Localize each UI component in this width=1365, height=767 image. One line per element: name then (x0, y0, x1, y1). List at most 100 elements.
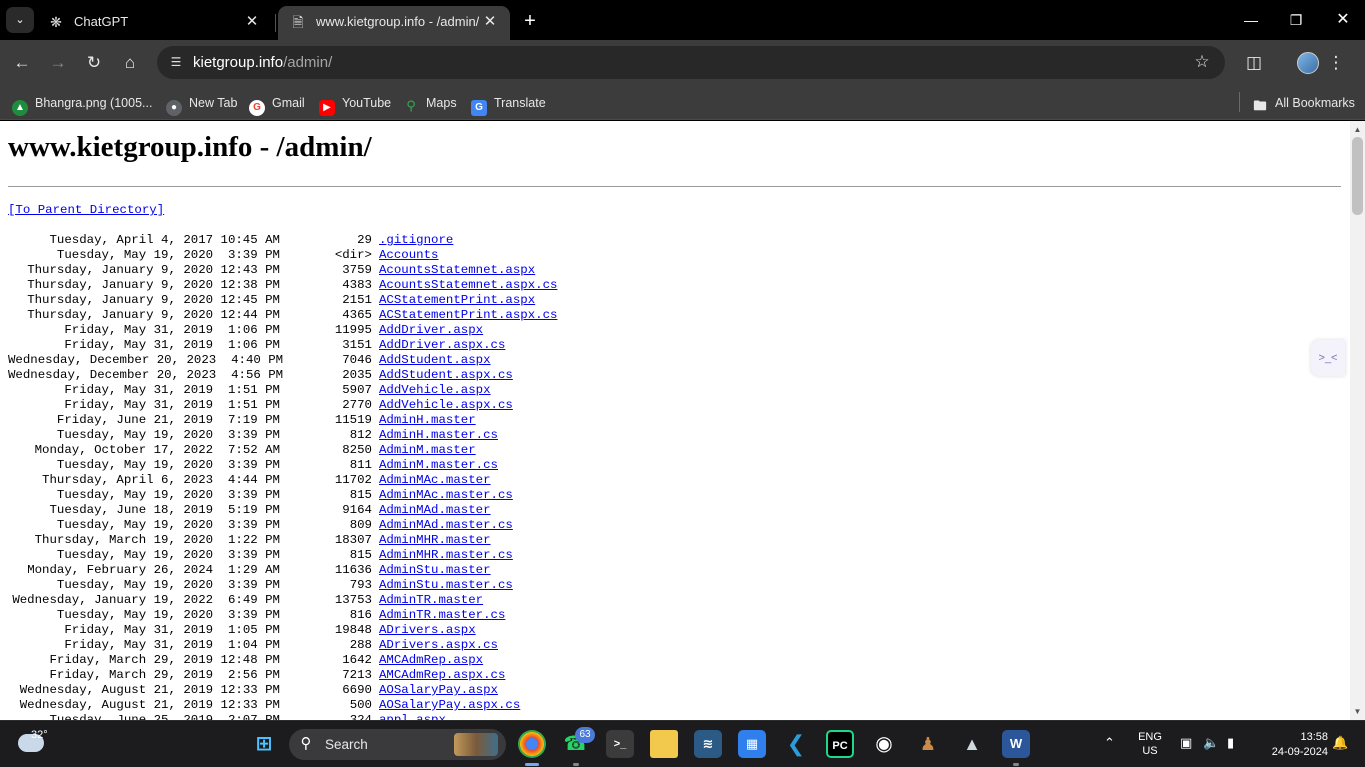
windows-start-icon[interactable]: ⊞ (250, 730, 278, 758)
notification-bell-icon[interactable]: 🔔 (1332, 735, 1348, 751)
all-bookmarks[interactable]: 🖿 All Bookmarks (1252, 92, 1354, 114)
file-link[interactable]: .gitignore (379, 233, 453, 247)
file-date: Friday, May 31, 2019 1:05 PM (64, 623, 280, 637)
pycharm-icon[interactable]: PC (826, 730, 854, 758)
bookmark-bhangra[interactable]: ▲ Bhangra.png (1005... (12, 92, 152, 116)
file-explorer-icon[interactable] (650, 730, 678, 758)
file-link[interactable]: AOSalaryPay.aspx.cs (379, 698, 520, 712)
table-row: Friday, May 31, 2019 1:51 PM 2770 AddVehic… (8, 398, 557, 413)
file-date: Friday, March 29, 2019 2:56 PM (49, 668, 280, 682)
github-icon[interactable]: ◉ (870, 730, 898, 758)
cube-icon[interactable]: ▲ (958, 730, 986, 758)
file-size: 815 (349, 488, 372, 502)
window-close-icon[interactable]: ✕ (1331, 8, 1355, 32)
file-link[interactable]: AdminMAd.master (379, 503, 491, 517)
file-link[interactable]: AdminMHR.master.cs (379, 548, 513, 562)
reload-icon[interactable]: ↻ (81, 50, 107, 76)
home-icon[interactable]: ⌂ (117, 50, 143, 76)
scrollbar[interactable]: ▲ ▼ (1350, 121, 1365, 720)
taskbar-search[interactable]: ⚲ Search (289, 729, 506, 760)
scroll-thumb[interactable] (1352, 137, 1363, 215)
close-icon[interactable]: ✕ (242, 12, 262, 32)
tab-search-button[interactable]: ⌄ (6, 7, 34, 33)
file-link[interactable]: AdminMAd.master.cs (379, 518, 513, 532)
file-link[interactable]: AcountsStatemnet.aspx (379, 263, 535, 277)
bookmark-star-icon[interactable]: ☆ (1191, 51, 1213, 73)
file-size: 812 (349, 428, 372, 442)
bookmark-youtube[interactable]: ▶ YouTube (319, 92, 391, 116)
file-link[interactable]: AMCAdmRep.aspx.cs (379, 668, 505, 682)
site-info-icon[interactable]: ☰ (165, 51, 187, 73)
search-highlight-image (454, 733, 498, 756)
scroll-up-arrow-icon[interactable]: ▲ (1353, 125, 1362, 134)
vscode-icon[interactable]: ❮ (782, 730, 810, 758)
file-size: 6690 (342, 683, 372, 697)
back-icon[interactable]: ← (9, 50, 35, 76)
bookmark-new-tab[interactable]: ● New Tab (166, 92, 237, 116)
active-app-indicator (525, 763, 539, 766)
file-link[interactable]: ADrivers.aspx (379, 623, 476, 637)
file-link[interactable]: AdminStu.master (379, 563, 491, 577)
file-link[interactable]: Accounts (379, 248, 439, 262)
battery-icon[interactable]: ▮ (1227, 735, 1234, 751)
file-link[interactable]: AddStudent.aspx (379, 353, 491, 367)
file-link[interactable]: AddDriver.aspx (379, 323, 483, 337)
system-clock[interactable]: 13:58 24-09-2024 (1256, 730, 1328, 760)
side-panel-widget-icon[interactable]: >_< (1311, 340, 1345, 376)
file-link[interactable]: AdminStu.master.cs (379, 578, 513, 592)
file-link[interactable]: AddDriver.aspx.cs (379, 338, 505, 352)
file-link[interactable]: AddStudent.aspx.cs (379, 368, 513, 382)
bookmark-gmail[interactable]: G Gmail (249, 92, 305, 116)
url-text[interactable]: kietgroup.info/admin/ (193, 54, 332, 71)
extensions-icon[interactable]: ◫ (1241, 50, 1267, 76)
mysql-workbench-icon[interactable]: ≋ (694, 730, 722, 758)
avatar[interactable] (1297, 52, 1319, 74)
menu-kebab-icon[interactable]: ⋮ (1323, 50, 1349, 76)
forward-icon[interactable]: → (45, 50, 71, 76)
file-link[interactable]: AdminM.master.cs (379, 458, 498, 472)
scroll-down-arrow-icon[interactable]: ▼ (1353, 707, 1362, 716)
file-link[interactable]: AddVehicle.aspx.cs (379, 398, 513, 412)
microsoft-store-icon[interactable]: ▦ (738, 730, 766, 758)
restore-icon[interactable]: ❐ (1284, 8, 1308, 32)
minimize-icon[interactable]: — (1239, 8, 1263, 32)
table-row: Monday, October 17, 2022 7:52 AM 8250 Admi… (8, 443, 557, 458)
file-link[interactable]: AOSalaryPay.aspx (379, 683, 498, 697)
network-icon[interactable]: ▣ (1180, 735, 1192, 751)
volume-icon[interactable]: 🔈 (1203, 735, 1219, 751)
file-link[interactable]: appl.aspx (379, 713, 446, 720)
file-link[interactable]: AdminMAc.master.cs (379, 488, 513, 502)
language-indicator[interactable]: ENG US (1136, 730, 1164, 758)
file-link[interactable]: AdminMAc.master (379, 473, 491, 487)
chrome-icon[interactable] (518, 730, 546, 758)
file-size: 9164 (342, 503, 372, 517)
address-bar[interactable]: ☰ kietgroup.info/admin/ ☆ (157, 46, 1225, 79)
new-tab-button[interactable]: + (517, 9, 543, 33)
file-link[interactable]: ACStatementPrint.aspx (379, 293, 535, 307)
file-link[interactable]: AdminMHR.master (379, 533, 491, 547)
tab-admin-listing[interactable]: 🗎 www.kietgroup.info - /admin/ ✕ (278, 6, 510, 40)
file-link[interactable]: AdminTR.master (379, 593, 483, 607)
tab-chatgpt[interactable]: ❋ ChatGPT ✕ (36, 6, 272, 40)
app-dog-icon[interactable]: ♟ (914, 730, 942, 758)
file-link[interactable]: AdminH.master.cs (379, 428, 498, 442)
close-icon[interactable]: ✕ (480, 12, 500, 32)
bookmark-translate[interactable]: G Translate (471, 92, 546, 116)
table-row: Thursday, March 19, 2020 1:22 PM 18307 Adm… (8, 533, 557, 548)
file-link[interactable]: ADrivers.aspx.cs (379, 638, 498, 652)
bookmark-maps[interactable]: ⚲ Maps (403, 92, 457, 114)
word-icon[interactable]: W (1002, 730, 1030, 758)
file-date: Thursday, January 9, 2020 12:44 PM (27, 308, 280, 322)
file-link[interactable]: ACStatementPrint.aspx.cs (379, 308, 557, 322)
parent-directory-link[interactable]: [To Parent Directory] (8, 203, 164, 217)
terminal-icon[interactable]: >_ (606, 730, 634, 758)
file-link[interactable]: AdminTR.master.cs (379, 608, 505, 622)
file-link[interactable]: AcountsStatemnet.aspx.cs (379, 278, 557, 292)
file-link[interactable]: AMCAdmRep.aspx (379, 653, 483, 667)
chevron-up-icon[interactable]: ⌃ (1104, 735, 1115, 751)
file-date: Wednesday, August 21, 2019 12:33 PM (19, 698, 280, 712)
file-link[interactable]: AdminH.master (379, 413, 476, 427)
file-link[interactable]: AddVehicle.aspx (379, 383, 491, 397)
bookmark-label: Maps (426, 96, 457, 110)
file-link[interactable]: AdminM.master (379, 443, 476, 457)
